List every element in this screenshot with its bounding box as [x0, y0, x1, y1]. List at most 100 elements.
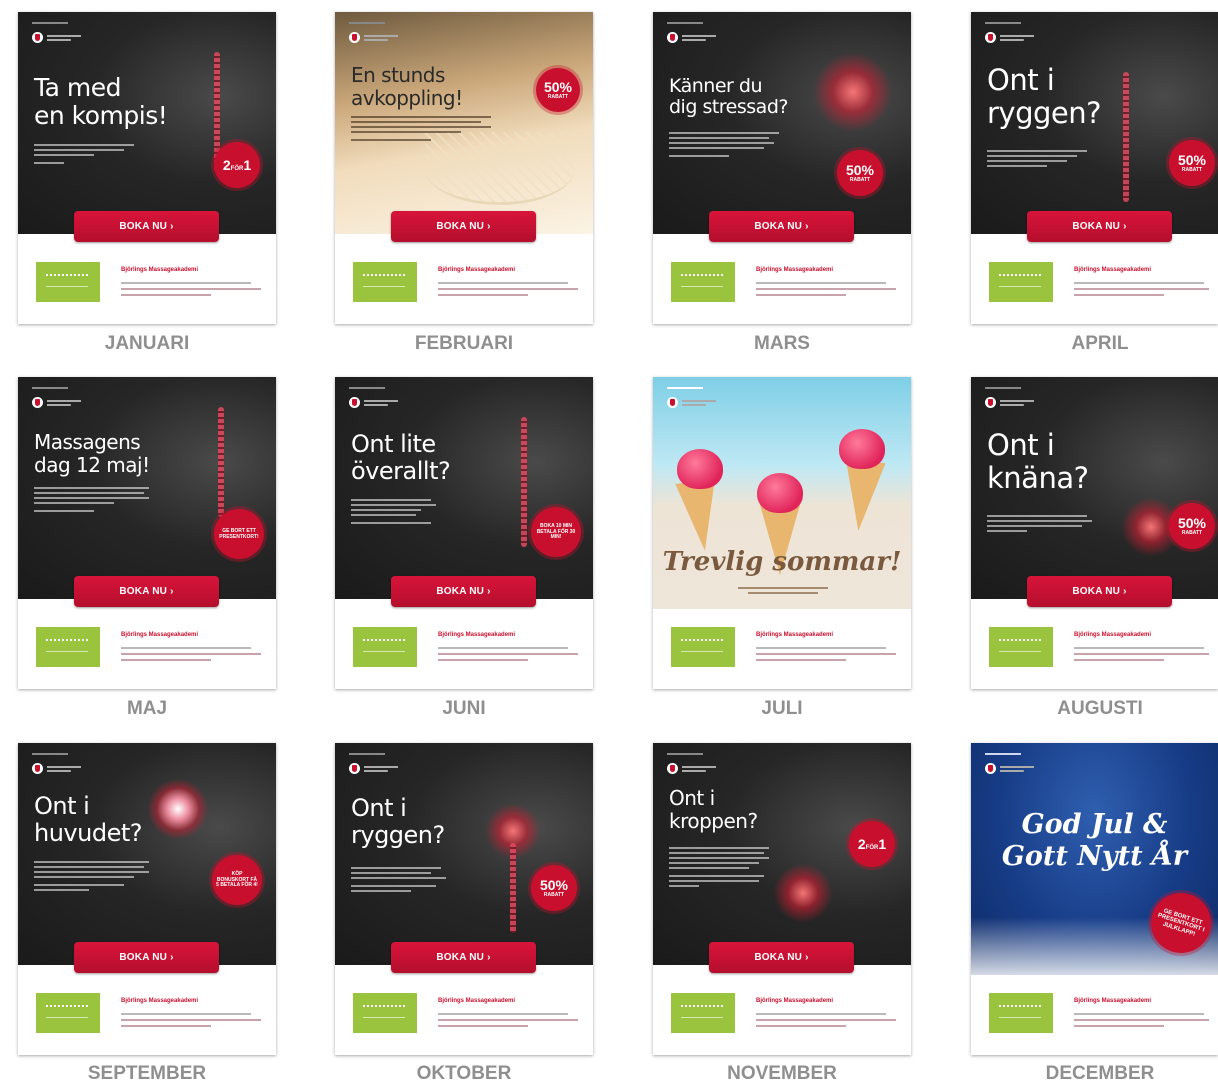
brand-logo [667, 753, 716, 778]
card-headline: God Jul & Gott Nytt År [1001, 809, 1188, 873]
footer-name: Björlings Massageakademi [438, 998, 516, 1004]
academy-logo [671, 627, 735, 667]
newsletter-card-januari[interactable]: Ta med en kompis! 2FÖR1 BOKA NU › Björli… [18, 12, 276, 324]
body-text [351, 867, 451, 895]
spine-illustration [218, 407, 224, 517]
card-footer: Björlings Massageakademi [653, 975, 911, 1055]
book-now-button[interactable]: BOKA NU › [391, 576, 536, 607]
book-now-button[interactable]: BOKA NU › [74, 942, 219, 973]
body-text [34, 861, 154, 894]
card-hero: Ont i huvudet? KÖP BONUSKORT FÅ 5 BETALA… [18, 743, 276, 965]
footer-contact [1074, 1013, 1214, 1031]
card-footer: Björlings Massageakademi [18, 609, 276, 689]
book-now-button[interactable]: BOKA NU › [1027, 576, 1172, 607]
brand-logo [667, 387, 716, 412]
card-hero: Trevlig sommar! [653, 377, 911, 611]
newsletter-card-september[interactable]: Ont i huvudet? KÖP BONUSKORT FÅ 5 BETALA… [18, 743, 276, 1055]
spine-illustration [1123, 72, 1129, 202]
newsletter-card-april[interactable]: Ont i ryggen? 50% RABATT BOKA NU › Björli… [971, 12, 1218, 324]
card-hero: God Jul & Gott Nytt År GE BORT ETT PRESE… [971, 743, 1218, 977]
card-footer: Björlings Massageakademi [653, 609, 911, 689]
month-label: JANUARI [104, 333, 190, 354]
newsletter-card-augusti[interactable]: Ont i knäna? 50% RABATT BOKA NU › Björlin… [971, 377, 1218, 689]
brand-logo [349, 753, 398, 778]
brand-logo [985, 387, 1034, 412]
footer-contact [1074, 282, 1214, 300]
card-hero: Ta med en kompis! 2FÖR1 [18, 12, 276, 234]
card-headline: Ont lite överallt? [351, 430, 451, 486]
card-hero: Ont i ryggen? 50% RABATT [971, 12, 1218, 234]
book-now-button[interactable]: BOKA NU › [709, 942, 854, 973]
newsletter-card-februari[interactable]: En stunds avkoppling! 50% RABATT BOKA NU … [335, 12, 593, 324]
card-footer: Björlings Massageakademi [971, 975, 1218, 1055]
offer-badge: 2FÖR1 [849, 821, 895, 867]
body-text [669, 132, 779, 160]
book-now-button[interactable]: BOKA NU › [74, 211, 219, 242]
newsletter-card-november[interactable]: Ont i kroppen? 2FÖR1 BOKA NU › Björlings… [653, 743, 911, 1055]
academy-logo [353, 627, 417, 667]
newsletter-card-maj[interactable]: Massagens dag 12 maj! GE BORT ETT PRESEN… [18, 377, 276, 689]
month-label: AUGUSTI [1057, 698, 1143, 719]
card-headline: Massagens dag 12 maj! [34, 430, 150, 477]
month-label: JUNI [442, 698, 486, 719]
footer-name: Björlings Massageakademi [1074, 998, 1152, 1004]
offer-badge: 2FÖR1 [214, 142, 260, 188]
month-label: SEPTEMBER [87, 1063, 207, 1084]
month-label: JULI [761, 698, 803, 719]
card-headline: Ont i ryggen? [351, 794, 445, 850]
card-headline: Trevlig sommar! [662, 547, 902, 577]
newsletter-card-december[interactable]: God Jul & Gott Nytt År GE BORT ETT PRESE… [971, 743, 1218, 1055]
offer-badge: 50% RABATT [531, 865, 577, 911]
newsletter-card-oktober[interactable]: Ont i ryggen? 50% RABATT BOKA NU › Björli… [335, 743, 593, 1055]
offer-badge: KÖP BONUSKORT FÅ 5 BETALA FÖR 4! [212, 855, 262, 905]
academy-logo [36, 993, 100, 1033]
footer-name: Björlings Massageakademi [438, 632, 516, 638]
month-label: FEBRUARI [414, 333, 514, 354]
card-headline: Ont i kroppen? [669, 786, 758, 833]
footer-name: Björlings Massageakademi [1074, 267, 1152, 273]
academy-logo [989, 627, 1053, 667]
newsletter-card-juli[interactable]: Trevlig sommar! Björlings Massageakademi [653, 377, 911, 689]
card-footer: Björlings Massageakademi [18, 975, 276, 1055]
card-footer: Björlings Massageakademi [18, 244, 276, 324]
book-now-button[interactable]: BOKA NU › [391, 211, 536, 242]
icecream-scoop [757, 473, 803, 513]
footer-name: Björlings Massageakademi [1074, 632, 1152, 638]
icecream-scoop [677, 449, 723, 489]
body-text [351, 499, 441, 527]
footer-name: Björlings Massageakademi [756, 998, 834, 1004]
academy-logo [353, 993, 417, 1033]
card-hero: Ont i ryggen? 50% RABATT [335, 743, 593, 965]
card-hero: Massagens dag 12 maj! GE BORT ETT PRESEN… [18, 377, 276, 599]
footer-contact [121, 282, 261, 300]
academy-logo [36, 262, 100, 302]
spine-illustration [510, 843, 516, 933]
icecream-cone [838, 459, 886, 533]
icecream-scoop [839, 429, 885, 469]
offer-badge: GE BORT ETT PRESENTKORT! [214, 509, 264, 559]
body-text [34, 144, 144, 167]
book-now-button[interactable]: BOKA NU › [391, 942, 536, 973]
footer-contact [438, 1013, 578, 1031]
offer-badge: 50% RABATT [1169, 503, 1215, 549]
academy-logo [671, 262, 735, 302]
offer-badge: 50% RABATT [837, 150, 883, 196]
footer-contact [438, 282, 578, 300]
footer-contact [756, 1013, 896, 1031]
academy-logo [353, 262, 417, 302]
spine-illustration [521, 417, 527, 547]
footer-name: Björlings Massageakademi [756, 632, 834, 638]
card-footer: Björlings Massageakademi [335, 244, 593, 324]
newsletter-card-juni[interactable]: Ont lite överallt? BOKA 10 MIN BETALA FÖ… [335, 377, 593, 689]
footer-name: Björlings Massageakademi [121, 998, 199, 1004]
card-headline: Ont i huvudet? [34, 792, 142, 848]
card-footer: Björlings Massageakademi [971, 609, 1218, 689]
card-footer: Björlings Massageakademi [653, 244, 911, 324]
newsletter-card-mars[interactable]: Känner du dig stressad? 50% RABATT BOKA N… [653, 12, 911, 324]
book-now-button[interactable]: BOKA NU › [709, 211, 854, 242]
footer-name: Björlings Massageakademi [756, 267, 834, 273]
book-now-button[interactable]: BOKA NU › [74, 576, 219, 607]
academy-logo [671, 993, 735, 1033]
card-headline: En stunds avkoppling! [351, 63, 463, 110]
book-now-button[interactable]: BOKA NU › [1027, 211, 1172, 242]
